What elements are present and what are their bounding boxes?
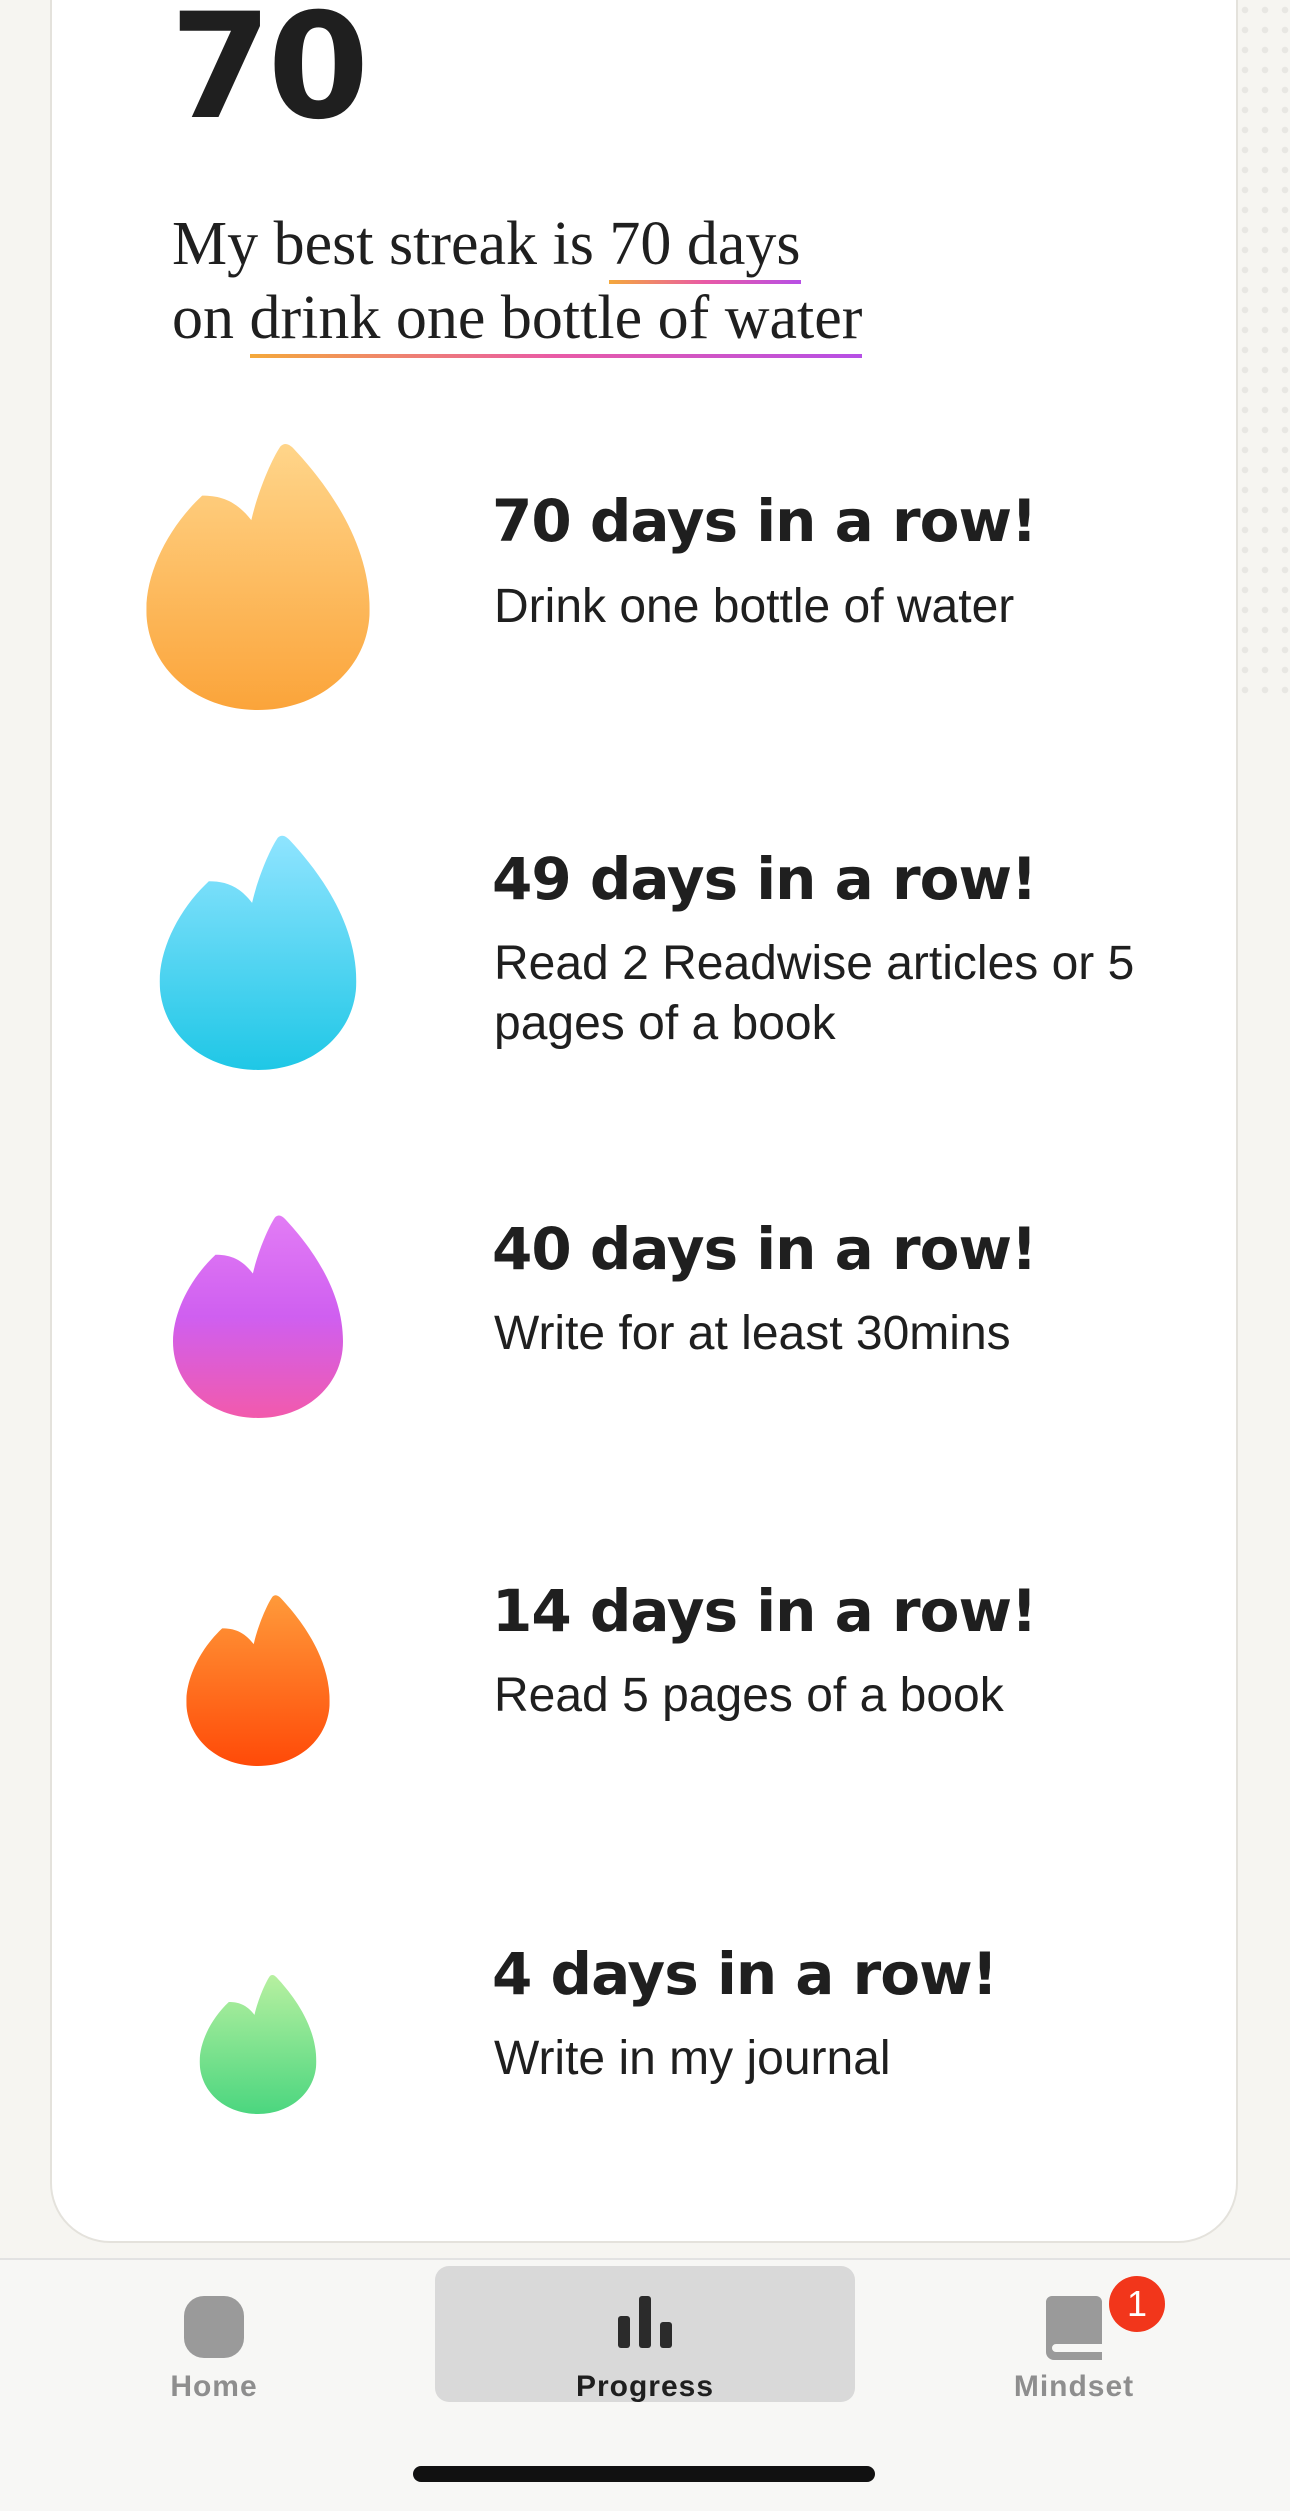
streak-item: 70 days in a row! Drink one bottle of wa… xyxy=(52,442,1240,742)
streak-title: 70 days in a row! xyxy=(492,487,1037,555)
flame-icon xyxy=(52,442,452,742)
streak-title: 14 days in a row! xyxy=(492,1577,1037,1645)
streak-habit: Write in my journal xyxy=(494,2032,891,2085)
streak-title: 40 days in a row! xyxy=(492,1215,1037,1283)
best-streak-number: 70 xyxy=(170,0,369,152)
tab-label: Mindset xyxy=(1013,2370,1135,2403)
streak-habit: Read 2 Readwise articles or 5 pages of a… xyxy=(494,937,1135,1050)
tab-home[interactable]: Home xyxy=(4,2266,424,2403)
streak-item: 4 days in a row! Write in my journal xyxy=(52,1940,1240,2274)
highlight-streak-days: 70 days xyxy=(609,210,801,284)
flame-icon xyxy=(52,1214,452,1514)
highlight-habit-name: drink one bottle of water xyxy=(249,284,863,358)
streak-item: 49 days in a row! Read 2 Readwise articl… xyxy=(52,834,1240,1134)
best-streak-sentence: My best streak is 70 days on drink one b… xyxy=(172,207,1172,358)
book-icon xyxy=(1046,2296,1102,2360)
tab-mindset[interactable]: 1 Mindset xyxy=(864,2266,1284,2403)
streak-item: 14 days in a row! Read 5 pages of a book xyxy=(52,1577,1240,1894)
home-indicator[interactable] xyxy=(413,2466,875,2482)
streak-habit: Read 5 pages of a book xyxy=(494,1669,1004,1722)
bar-chart-icon xyxy=(618,2296,672,2348)
tab-label: Home xyxy=(170,2370,258,2403)
streak-habit: Write for at least 30mins xyxy=(494,1307,1011,1360)
sentence-prefix-2: on xyxy=(172,284,250,352)
flame-icon xyxy=(52,1974,452,2274)
notification-badge: 1 xyxy=(1109,2276,1165,2332)
background-dot-pattern xyxy=(1235,0,1290,700)
streak-item: 40 days in a row! Write for at least 30m… xyxy=(52,1214,1240,1514)
streak-title: 4 days in a row! xyxy=(492,1940,998,2008)
sentence-prefix-1: My best streak is xyxy=(172,210,610,278)
streaks-card: 70 My best streak is 70 days on drink on… xyxy=(50,0,1238,2243)
streak-habit: Drink one bottle of water xyxy=(494,580,1015,633)
streak-title: 49 days in a row! xyxy=(492,845,1037,913)
tab-progress[interactable]: Progress xyxy=(435,2266,855,2403)
home-icon xyxy=(184,2296,244,2358)
flame-icon xyxy=(52,1594,452,1894)
flame-icon xyxy=(52,834,452,1134)
tab-label: Progress xyxy=(575,2370,715,2403)
